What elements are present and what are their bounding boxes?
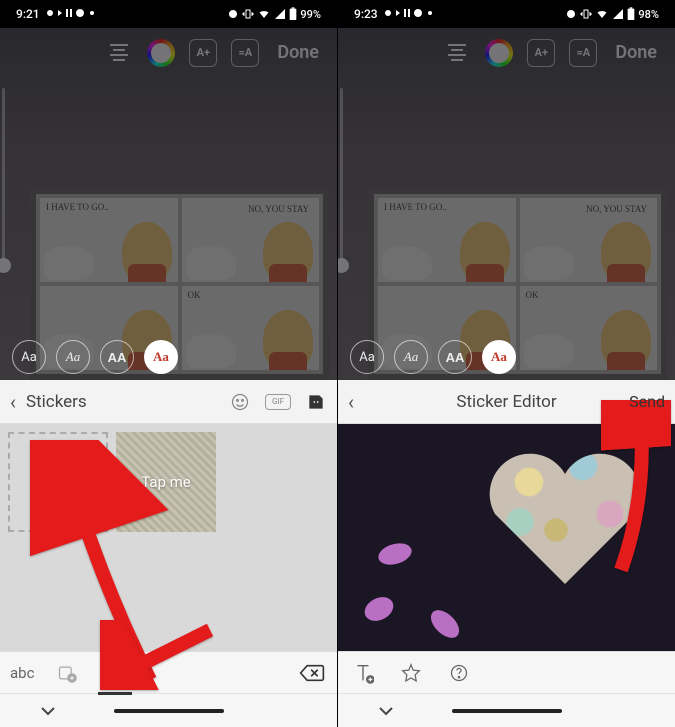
status-bar: 9:23 98% xyxy=(338,0,675,28)
favorites-tab[interactable] xyxy=(100,658,130,688)
nav-home-pill[interactable] xyxy=(452,709,562,713)
camera-add-icon xyxy=(44,470,72,494)
font-style-row: Aa Aa AA Aa xyxy=(338,340,675,374)
add-sticker-tile[interactable] xyxy=(8,432,108,532)
keyboard-panel: ‹ Sticker Editor Send xyxy=(338,380,675,727)
status-battery: 98% xyxy=(638,8,659,21)
send-button[interactable]: Send xyxy=(629,392,665,411)
wifi-icon xyxy=(595,8,609,20)
abc-tab[interactable]: abc xyxy=(10,658,34,688)
keyboard-panel: ‹ Stickers GIF Tap me abc xyxy=(0,380,337,727)
phone-left: 9:21 99% A+ =A Done I HAVE TO GO.. NO, Y… xyxy=(0,0,337,727)
editor-canvas[interactable]: A+ =A Done I HAVE TO GO.. NO, YOU STAY O… xyxy=(338,28,675,380)
signal-icon xyxy=(274,8,286,20)
font-style-3[interactable]: AA xyxy=(100,340,134,374)
status-bar: 9:21 99% xyxy=(0,0,337,28)
nav-home-pill[interactable] xyxy=(114,709,224,713)
recent-sticker-tab[interactable] xyxy=(52,658,82,688)
sticker-header: ‹ Stickers GIF xyxy=(0,380,337,424)
preview-petal xyxy=(426,605,465,642)
sample-sticker-tile[interactable]: Tap me xyxy=(116,432,216,532)
alarm-icon xyxy=(227,8,239,20)
editor-canvas[interactable]: A+ =A Done I HAVE TO GO.. NO, YOU STAY O… xyxy=(0,28,337,380)
nav-collapse-icon[interactable] xyxy=(40,701,56,720)
system-navbar xyxy=(338,693,675,727)
phone-right: 9:23 98% A+ =A Done I HAVE TO GO.. NO, Y… xyxy=(337,0,675,727)
status-time: 9:21 xyxy=(16,7,40,21)
sample-sticker-label: Tap me xyxy=(141,473,191,491)
font-style-1[interactable]: Aa xyxy=(350,340,384,374)
font-style-3[interactable]: AA xyxy=(438,340,472,374)
panel-title: Sticker Editor xyxy=(338,392,675,412)
editor-tools xyxy=(338,651,675,693)
status-app-icons xyxy=(46,7,106,22)
nav-collapse-icon[interactable] xyxy=(378,701,394,720)
gif-icon[interactable]: GIF xyxy=(265,394,291,410)
status-app-icons xyxy=(384,7,444,22)
backspace-button[interactable] xyxy=(297,658,327,688)
preview-petal xyxy=(361,594,397,625)
keyboard-tabs: abc xyxy=(0,651,337,693)
favorite-tool[interactable] xyxy=(396,658,426,688)
sticker-preview[interactable] xyxy=(338,424,675,651)
emoji-icon[interactable] xyxy=(229,391,251,413)
wifi-icon xyxy=(257,8,271,20)
preview-heart-object xyxy=(475,434,655,594)
vibrate-icon xyxy=(580,8,592,20)
signal-icon xyxy=(612,8,624,20)
font-style-2[interactable]: Aa xyxy=(394,340,428,374)
alarm-icon xyxy=(565,8,577,20)
panel-title: Stickers xyxy=(26,392,87,412)
sticker-icon[interactable] xyxy=(305,391,327,413)
font-style-1[interactable]: Aa xyxy=(12,340,46,374)
font-style-row: Aa Aa AA Aa xyxy=(0,340,337,374)
status-time: 9:23 xyxy=(354,7,378,21)
sticker-grid: Tap me xyxy=(0,424,337,651)
text-tool[interactable] xyxy=(348,658,378,688)
battery-icon xyxy=(289,7,297,21)
sticker-editor-header: ‹ Sticker Editor Send xyxy=(338,380,675,424)
font-style-4-selected[interactable]: Aa xyxy=(482,340,516,374)
system-navbar xyxy=(0,693,337,727)
vibrate-icon xyxy=(242,8,254,20)
status-battery: 99% xyxy=(300,8,321,21)
preview-petal xyxy=(376,539,415,569)
font-style-2[interactable]: Aa xyxy=(56,340,90,374)
back-button[interactable]: ‹ xyxy=(10,390,16,414)
help-tool[interactable] xyxy=(444,658,474,688)
battery-icon xyxy=(627,7,635,21)
font-style-4-selected[interactable]: Aa xyxy=(144,340,178,374)
